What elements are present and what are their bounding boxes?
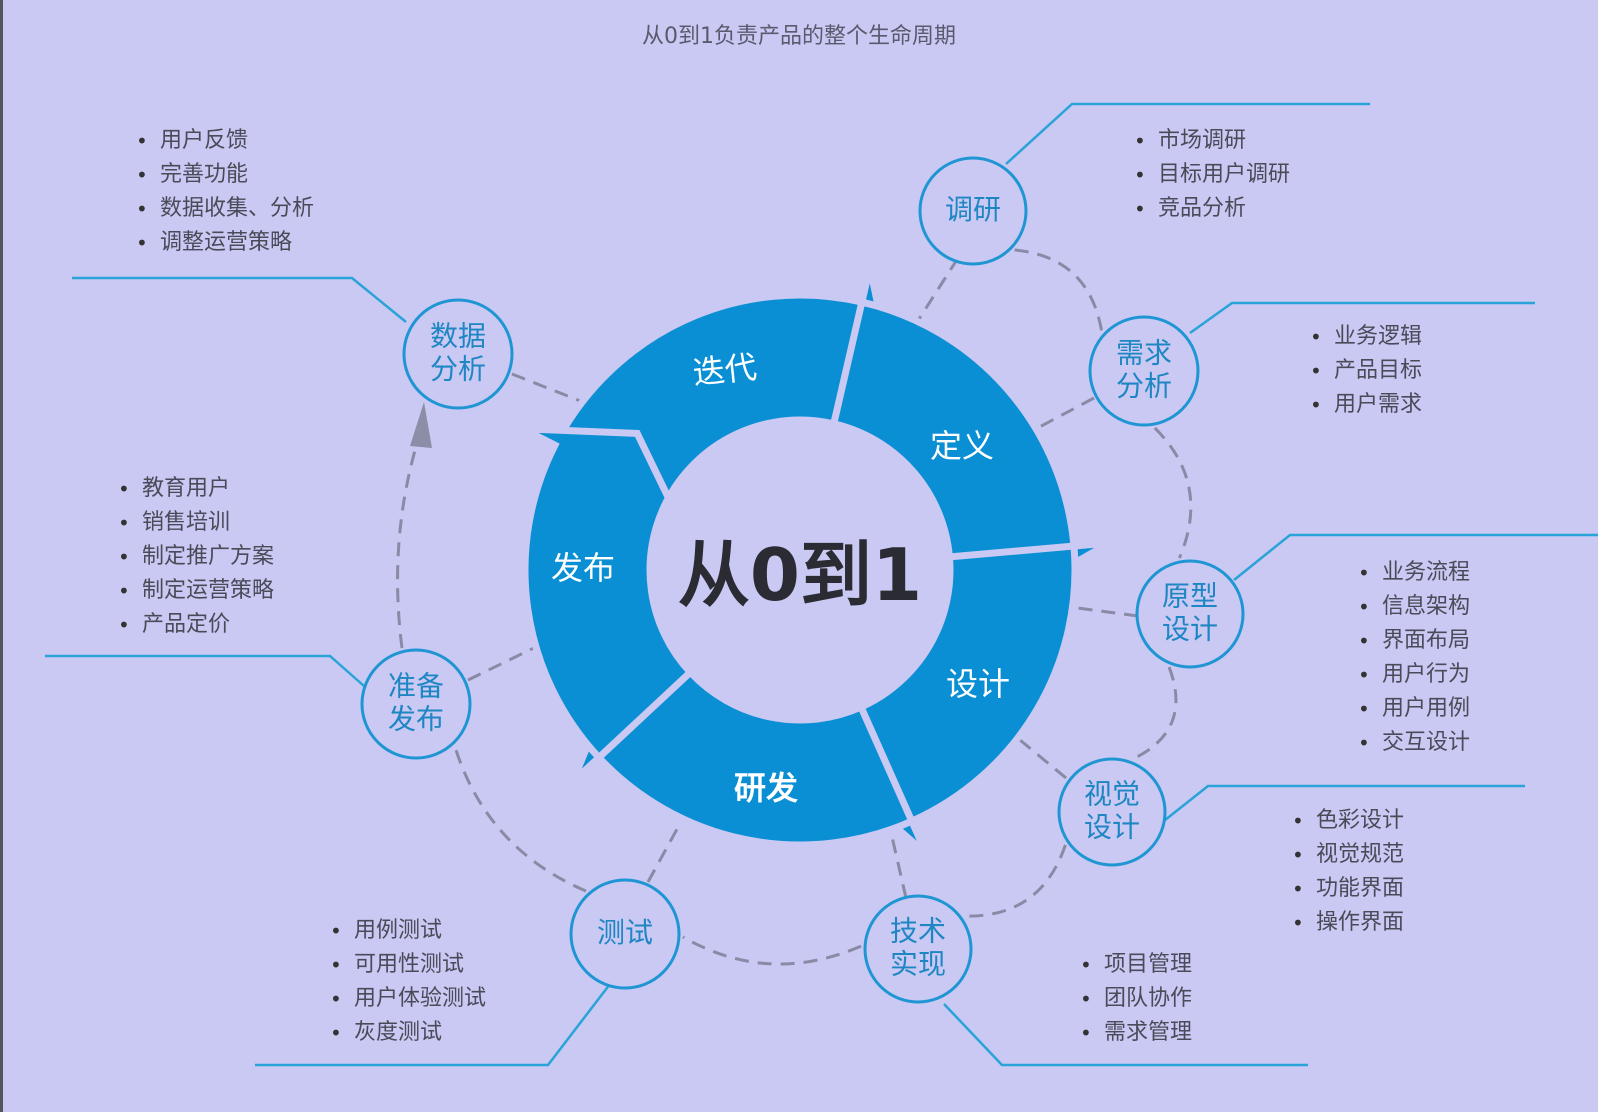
orbit-link (1153, 426, 1193, 559)
return-arrowhead (410, 402, 432, 448)
bullet-item: 界面布局 (1356, 624, 1470, 658)
bullet-item: 团队协作 (1078, 982, 1192, 1016)
stage-node-label: 调研 (945, 193, 1001, 226)
stage-node-label: 原型 (1162, 580, 1218, 613)
bullet-list-research: 市场调研目标用户调研竞品分析 (1132, 124, 1290, 226)
stage-node-visual: 视觉设计 (1057, 757, 1167, 867)
stage-node-tech: 技术实现 (863, 894, 973, 1004)
spoke-link (467, 643, 541, 682)
bullet-item: 灰度测试 (328, 1016, 486, 1050)
bullet-item: 完善功能 (134, 158, 314, 192)
bullet-item: 用例测试 (328, 914, 486, 948)
leader-line (45, 654, 365, 687)
bullet-list-visual: 色彩设计视觉规范功能界面操作界面 (1290, 804, 1404, 940)
orbit-link (964, 844, 1067, 918)
orbit-link (453, 746, 587, 893)
bullet-list-data-analysis: 用户反馈完善功能数据收集、分析调整运营策略 (134, 124, 314, 260)
bullet-item: 目标用户调研 (1132, 158, 1290, 192)
spoke-link (646, 819, 684, 883)
bullet-item: 业务逻辑 (1308, 320, 1422, 354)
bullet-list-prototype: 业务流程信息架构界面布局用户行为用户用例交互设计 (1356, 556, 1470, 760)
stage-node-label: 分析 (430, 353, 486, 386)
spoke-link (511, 372, 589, 406)
bullet-item: 产品目标 (1308, 354, 1422, 388)
bullet-list-tech: 项目管理团队协作需求管理 (1078, 948, 1192, 1050)
bullet-item: 制定推广方案 (116, 540, 274, 574)
bullet-list-launch-prep: 教育用户销售培训制定推广方案制定运营策略产品定价 (116, 472, 274, 642)
stage-node-requirements: 需求分析 (1088, 315, 1200, 427)
orbit-link (1132, 666, 1178, 761)
stage-node-label: 需求 (1116, 337, 1172, 370)
stage-node-research: 调研 (918, 156, 1028, 266)
bullet-item: 用户需求 (1308, 388, 1422, 422)
bullet-item: 用户用例 (1356, 692, 1470, 726)
bullet-list-testing: 用例测试可用性测试用户体验测试灰度测试 (328, 914, 486, 1050)
bullet-item: 市场调研 (1132, 124, 1290, 158)
spoke-link (1069, 605, 1139, 618)
stage-node-testing: 测试 (569, 878, 681, 990)
bullet-item: 项目管理 (1078, 948, 1192, 982)
bullet-item: 信息架构 (1356, 590, 1470, 624)
ring-label-design: 设计 (946, 665, 1010, 703)
stage-node-prototype: 原型设计 (1135, 559, 1245, 669)
bullet-list-requirements: 业务逻辑产品目标用户需求 (1308, 320, 1422, 422)
bullet-item: 产品定价 (116, 608, 274, 642)
bullet-item: 教育用户 (116, 472, 274, 506)
stage-node-label: 实现 (890, 948, 946, 981)
center-label: 从0到1 (678, 533, 922, 617)
bullet-item: 可用性测试 (328, 948, 486, 982)
stage-node-label: 准备 (388, 670, 444, 703)
bullet-item: 需求管理 (1078, 1016, 1192, 1050)
orbit-link-return (396, 439, 420, 649)
bullet-item: 销售培训 (116, 506, 274, 540)
bullet-item: 竞品分析 (1132, 192, 1290, 226)
ring-label-iterate: 迭代 (691, 348, 759, 392)
bullet-item: 数据收集、分析 (134, 192, 314, 226)
stage-node-label: 设计 (1084, 811, 1140, 844)
stage-node-label: 设计 (1162, 613, 1218, 646)
bullet-item: 交互设计 (1356, 726, 1470, 760)
bullet-item: 视觉规范 (1290, 838, 1404, 872)
stage-node-launch-prep: 准备发布 (360, 648, 472, 760)
orbit-link (1014, 248, 1104, 332)
stage-node-label: 分析 (1116, 370, 1172, 403)
bullet-item: 制定运营策略 (116, 574, 274, 608)
orbit-link (682, 935, 862, 966)
bullet-item: 业务流程 (1356, 556, 1470, 590)
bullet-item: 功能界面 (1290, 872, 1404, 906)
leader-line (72, 276, 407, 323)
bullet-item: 用户体验测试 (328, 982, 486, 1016)
stage-node-label: 发布 (388, 703, 444, 736)
bullet-item: 用户行为 (1356, 658, 1470, 692)
ring-label-define: 定义 (930, 427, 994, 465)
bullet-item: 用户反馈 (134, 124, 314, 158)
stage-node-label: 技术 (890, 915, 946, 948)
bullet-item: 色彩设计 (1290, 804, 1404, 838)
ring-label-release: 发布 (551, 549, 615, 587)
stage-node-label: 视觉 (1084, 778, 1140, 811)
stage-node-label: 数据 (430, 320, 486, 353)
ring-label-develop: 研发 (734, 769, 798, 807)
bullet-item: 调整运营策略 (134, 226, 314, 260)
lifecycle-diagram: 从0到1负责产品的整个生命周期 迭代 定义 设计 研发 发布 从0到1 调研 需求 分析 原型… (0, 0, 1598, 1112)
spoke-link (1029, 396, 1095, 434)
bullet-item: 操作界面 (1290, 906, 1404, 940)
spoke-link (1019, 738, 1067, 780)
stage-node-data-analysis: 数据分析 (402, 298, 514, 410)
stage-node-label: 测试 (597, 916, 653, 949)
